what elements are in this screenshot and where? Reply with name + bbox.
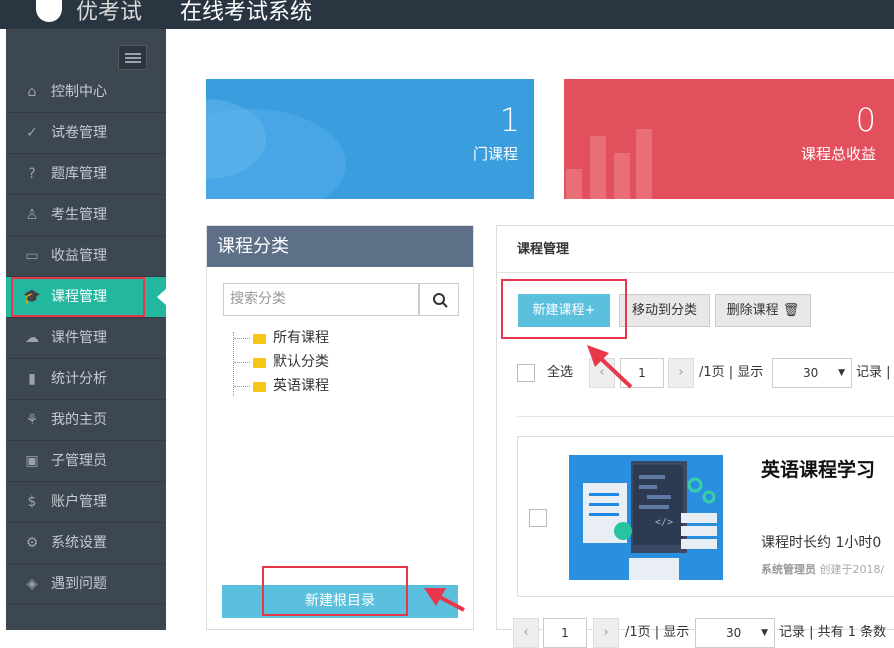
home-icon: ⌂ — [27, 84, 37, 100]
top-bar: 优考试 在线考试系统 — [0, 0, 894, 29]
sidebar-item-label: 考生管理 — [51, 207, 107, 223]
tag-icon: ◈ — [26, 576, 38, 592]
bottom-records-text: 记录 | 共有 1 条数 — [779, 625, 887, 640]
sidebar-menu: ⌂ 控制中心 ✓ 试卷管理? 题库管理 ♙ 考生管理 ▭ 收益管理 🎓 课程管理 ☁ 课件管理 ▮ 统计分析… — [6, 72, 167, 605]
sidebar-item-12[interactable]: ◈ 遇到问题 — [6, 564, 166, 605]
sidebar-item-label: 统计分析 — [51, 371, 107, 387]
sidebar-item-5[interactable]: 🎓 课程管理 — [6, 277, 167, 318]
select-all-checkbox[interactable] — [517, 364, 535, 382]
stat-card-courses: 1 门课程 — [206, 79, 534, 199]
search-icon — [433, 293, 448, 308]
course-duration: 课程时长约 1小时0 — [761, 535, 882, 551]
course-created: 创建于2018/ — [819, 563, 885, 576]
course-count: 1 — [499, 101, 520, 139]
course-checkbox[interactable] — [529, 509, 547, 527]
course-thumbnail-image: </> — [569, 455, 723, 580]
bottom-page-size-value: 30 — [726, 626, 742, 640]
sidebar: ⌂ 控制中心 ✓ 试卷管理? 题库管理 ♙ 考生管理 ▭ 收益管理 🎓 课程管理 ☁ 课件管理 ▮ 统计分析… — [6, 29, 167, 630]
gear-icon: ⚙ — [25, 535, 39, 551]
pager: 全选 ‹ 1 › /1页 | 显示 30 ▼ 记录 | — [517, 358, 894, 388]
revenue-total: 0 — [855, 101, 876, 139]
tree-item-label: 所有课程 — [273, 330, 329, 346]
folder-icon — [253, 382, 266, 392]
logo-text: 优考试 — [76, 0, 143, 25]
course-author: 系统管理员 — [761, 563, 816, 576]
dollar-icon: $ — [27, 494, 37, 510]
bottom-prev-page-button[interactable]: ‹ — [513, 618, 539, 648]
records-text: 记录 | — [856, 365, 891, 380]
tree-item[interactable]: 英语课程 — [233, 374, 329, 398]
folder-icon — [253, 334, 266, 344]
arrow-icon — [424, 588, 465, 612]
check-circle-icon: ✓ — [26, 125, 38, 141]
page-info: /1页 | 显示 — [699, 365, 764, 380]
sidebar-item-label: 遇到问题 — [51, 576, 107, 592]
next-page-button[interactable]: › — [668, 358, 694, 388]
bottom-page-info: /1页 | 显示 — [625, 625, 690, 640]
arrow-icon — [587, 345, 633, 389]
bottom-pager: ‹ 1 › /1页 | 显示 30 ▼ 记录 | 共有 1 条数 — [513, 618, 893, 648]
sidebar-item-11[interactable]: ⚙ 系统设置 — [6, 523, 166, 564]
sidebar-item-label: 账户管理 — [51, 494, 107, 510]
sidebar-item-8[interactable]: ⚘ 我的主页 — [6, 400, 166, 441]
leaf-icon: ⚘ — [25, 412, 39, 428]
course-meta: 系统管理员 创建于2018/ — [761, 561, 884, 577]
tree-item-label: 英语课程 — [273, 378, 329, 394]
course-title[interactable]: 英语课程学习 — [761, 455, 875, 482]
tree-item-label: 默认分类 — [273, 354, 329, 370]
category-panel-title: 课程分类 — [207, 226, 473, 267]
sidebar-item-10[interactable]: $ 账户管理 — [6, 482, 166, 523]
sidebar-item-label: 收益管理 — [51, 248, 107, 264]
sidebar-item-label: 子管理员 — [51, 453, 107, 469]
sidebar-item-label: 课件管理 — [51, 330, 107, 346]
tree-item[interactable]: 默认分类 — [233, 350, 329, 374]
sidebar-item-label: 题库管理 — [51, 166, 107, 182]
sidebar-item-2[interactable]: ? 题库管理 — [6, 154, 166, 195]
highlight-new-root — [262, 566, 408, 616]
lock-icon: ▣ — [25, 453, 39, 469]
card-icon: ▭ — [25, 248, 39, 264]
tree-item[interactable]: 所有课程 — [233, 326, 329, 350]
select-all-label: 全选 — [547, 365, 574, 380]
course-count-label: 门课程 — [472, 145, 518, 163]
move-to-category-button[interactable]: 移动到分类 — [619, 294, 710, 327]
category-tree: 所有课程默认分类英语课程 — [233, 326, 329, 398]
sidebar-item-label: 系统设置 — [51, 535, 107, 551]
sidebar-item-label: 试卷管理 — [51, 125, 107, 141]
sidebar-item-1[interactable]: ✓ 试卷管理 — [6, 113, 166, 154]
sidebar-item-0[interactable]: ⌂ 控制中心 — [6, 72, 166, 113]
page-size-select[interactable]: 30 ▼ — [772, 358, 852, 388]
sidebar-item-label: 我的主页 — [51, 412, 107, 428]
question-circle-icon: ? — [28, 166, 36, 182]
logo-icon — [36, 0, 62, 22]
course-panel-title: 课程管理 — [497, 226, 894, 273]
revenue-label: 课程总收益 — [800, 145, 876, 163]
user-search-icon: ♙ — [25, 207, 39, 223]
chat-bubble-icon — [206, 99, 346, 199]
course-card[interactable]: </> 英语课程学习 课程时长约 1小时0 系统管理员 创建于2018/ — [517, 436, 894, 597]
bottom-next-page-button[interactable]: › — [593, 618, 619, 648]
bar-chart-bg-icon — [566, 129, 652, 199]
sidebar-item-9[interactable]: ▣ 子管理员 — [6, 441, 166, 482]
category-search-button[interactable] — [419, 283, 459, 316]
system-title: 在线考试系统 — [180, 0, 313, 25]
menu-toggle-icon[interactable] — [118, 45, 147, 70]
bar-chart-icon: ▮ — [28, 371, 36, 387]
category-search-input[interactable]: 搜索分类 — [223, 283, 419, 316]
folder-icon — [253, 358, 266, 368]
sidebar-item-4[interactable]: ▭ 收益管理 — [6, 236, 166, 277]
delete-course-button[interactable]: 删除课程 🗑 — [715, 294, 811, 327]
sidebar-item-label: 控制中心 — [51, 84, 107, 100]
bottom-page-size-select[interactable]: 30 ▼ — [695, 618, 775, 648]
sidebar-item-3[interactable]: ♙ 考生管理 — [6, 195, 166, 236]
sidebar-item-7[interactable]: ▮ 统计分析 — [6, 359, 166, 400]
cloud-upload-icon: ☁ — [25, 330, 39, 346]
page-size-value: 30 — [803, 366, 819, 380]
highlight-new-course — [501, 279, 627, 339]
sidebar-item-6[interactable]: ☁ 课件管理 — [6, 318, 166, 359]
svg-text:</>: </> — [655, 517, 673, 528]
stat-card-revenue: 0 课程总收益 — [564, 79, 894, 199]
highlight-active-menu — [11, 277, 145, 317]
bottom-page-number-input[interactable]: 1 — [543, 618, 587, 648]
